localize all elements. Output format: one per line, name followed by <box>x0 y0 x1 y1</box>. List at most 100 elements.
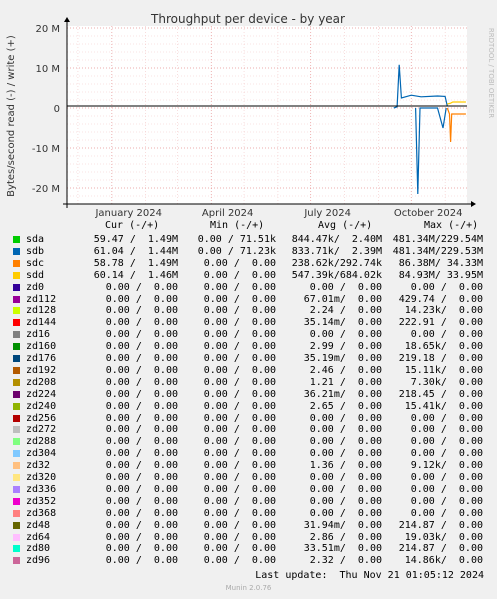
y-axis-arrow <box>64 17 70 22</box>
legend-row-zd288: zd288 0.00 / 0.00 0.00 / 0.00 0.00 / 0.00 0.… <box>0 436 497 448</box>
legend-swatch <box>13 283 20 291</box>
legend-cur-value: 0.00 / 0.00 <box>105 353 178 364</box>
legend-swatch <box>13 497 20 505</box>
legend-swatch <box>13 438 20 446</box>
legend-max-value: 0.00 / 0.00 <box>410 329 483 341</box>
legend-max-value: 0.00 / 0.00 <box>410 483 483 495</box>
legend-swatch <box>13 545 20 553</box>
legend-row-zd224: zd224 0.00 / 0.00 0.00 / 0.00 36.21m/ 0.00 2… <box>0 389 497 401</box>
legend-device-name: zd224 <box>26 388 57 400</box>
legend-row-zd48: zd48 0.00 / 0.00 0.00 / 0.00 31.94m/ 0.00 21… <box>0 520 497 532</box>
legend-swatch <box>13 247 20 255</box>
legend-min-value: 0.00 / 0.00 <box>203 543 276 555</box>
legend-avg-value: 0.00 / 0.00 <box>309 495 382 507</box>
legend-device-name: zd192 <box>26 364 57 376</box>
legend-min-value: 0.00 / 0.00 <box>203 436 276 448</box>
legend-cur-value: 61.04 / 1.44M <box>93 245 178 257</box>
legend-max-value: 0.00 / 0.00 <box>410 412 483 424</box>
legend-row-zd144: zd144 0.00 / 0.00 0.00 / 0.00 35.14m/ 0.00 2… <box>0 317 497 329</box>
legend-avg-value: 2.32 / 0.00 <box>309 555 382 567</box>
legend-device-name: zd352 <box>26 495 57 507</box>
legend-max-value: 84.93M/ 33.95M <box>398 269 483 281</box>
legend-device-name: zd160 <box>26 341 57 353</box>
legend-device-name: zd64 <box>26 531 51 543</box>
chart-title: Throughput per device - by year <box>150 12 345 26</box>
legend-min-value: 0.00 / 0.00 <box>203 305 276 317</box>
legend-row-zd368: zd368 0.00 / 0.00 0.00 / 0.00 0.00 / 0.00 0.… <box>0 508 497 520</box>
legend-header-max: Max (-/+) <box>424 220 479 231</box>
legend-row-zd240: zd240 0.00 / 0.00 0.00 / 0.00 2.65 / 0.00 15… <box>0 401 497 413</box>
legend-min-value: 0.00 / 0.00 <box>203 495 276 507</box>
legend-swatch <box>13 295 20 303</box>
legend-min-value: 0.00 / 0.00 <box>203 293 276 305</box>
legend-swatch <box>13 426 20 434</box>
legend-cur-value: 0.00 / 0.00 <box>105 293 178 305</box>
y-ticks: 20 M 10 M 0 -10 M -20 M <box>32 24 60 195</box>
legend-cur-value: 0.00 / 0.00 <box>105 281 178 293</box>
legend-header-avg: Avg (-/+) <box>318 220 373 231</box>
legend-swatch <box>13 307 20 315</box>
legend-device-name: zd0 <box>26 281 45 293</box>
legend-avg-value: 547.39k/684.02k <box>291 269 382 281</box>
legend-max-value: 0.00 / 0.00 <box>410 507 483 519</box>
legend-cur-value: 59.47 / 1.49M <box>93 234 178 245</box>
legend-swatch <box>13 331 20 339</box>
y-tick-label: 0 <box>54 104 60 115</box>
legend-row-sdd: sdd 60.14 / 1.46M 0.00 / 0.00 547.39k/684.0… <box>0 270 497 282</box>
legend-swatch <box>13 485 20 493</box>
legend-row-zd160: zd160 0.00 / 0.00 0.00 / 0.00 2.99 / 0.00 18… <box>0 341 497 353</box>
y-tick-label: 20 M <box>35 24 60 35</box>
y-axis-label: Bytes/second read (-) / write (+) <box>6 35 17 197</box>
legend-min-value: 0.00 / 0.00 <box>203 519 276 531</box>
legend-swatch <box>13 378 20 386</box>
legend-row-zd176: zd176 0.00 / 0.00 0.00 / 0.00 35.19m/ 0.00 2… <box>0 353 497 365</box>
legend-min-value: 0.00 / 0.00 <box>203 460 276 472</box>
legend-row-zd336: zd336 0.00 / 0.00 0.00 / 0.00 0.00 / 0.00 0.… <box>0 484 497 496</box>
legend-max-value: 219.18 / 0.00 <box>398 353 483 364</box>
legend-row-zd16: zd16 0.00 / 0.00 0.00 / 0.00 0.00 / 0.00 0.0… <box>0 329 497 341</box>
legend-cur-value: 0.00 / 0.00 <box>105 531 178 543</box>
throughput-chart: Throughput per device - by year Bytes/se… <box>6 12 495 219</box>
legend-avg-value: 1.21 / 0.00 <box>309 376 382 388</box>
legend-cur-value: 0.00 / 0.00 <box>105 341 178 353</box>
legend-cur-value: 0.00 / 0.00 <box>105 400 178 412</box>
legend-max-value: 86.38M/ 34.33M <box>398 257 483 269</box>
legend-device-name: zd144 <box>26 317 57 329</box>
legend-swatch <box>13 259 20 267</box>
legend-device-name: sdd <box>26 269 45 281</box>
legend-cur-value: 0.00 / 0.00 <box>105 519 178 531</box>
legend-max-value: 481.34M/229.54M <box>392 234 483 245</box>
rrdtool-credit: RRDTOOL / TOBI OETIKER <box>487 28 495 118</box>
legend-min-value: 0.00 / 0.00 <box>203 388 276 400</box>
legend-avg-value: 67.01m/ 0.00 <box>303 293 382 305</box>
legend-device-name: sdb <box>26 245 45 257</box>
legend-cur-value: 60.14 / 1.46M <box>93 269 178 281</box>
legend-avg-value: 0.00 / 0.00 <box>309 472 382 483</box>
legend-device-name: zd48 <box>26 519 51 531</box>
legend-avg-value: 0.00 / 0.00 <box>309 448 382 460</box>
legend-max-value: 14.86k/ 0.00 <box>404 555 483 567</box>
legend-device-name: sdc <box>26 257 45 269</box>
legend-avg-value: 833.71k/ 2.39M <box>291 245 382 257</box>
legend-min-value: 0.00 / 0.00 <box>203 472 276 483</box>
x-axis-arrow <box>471 201 476 207</box>
legend-row-zd112: zd112 0.00 / 0.00 0.00 / 0.00 67.01m/ 0.00 4… <box>0 294 497 306</box>
legend-min-value: 0.00 / 0.00 <box>203 555 276 567</box>
legend-max-value: 9.12k/ 0.00 <box>410 460 483 472</box>
legend-min-value: 0.00 / 0.00 <box>203 329 276 341</box>
legend-avg-value: 0.00 / 0.00 <box>309 412 382 424</box>
legend-row-zd64: zd64 0.00 / 0.00 0.00 / 0.00 2.86 / 0.00 19.… <box>0 532 497 544</box>
legend-row-sdb: sdb 61.04 / 1.44M 0.00 / 71.23k 833.71k/ 2.… <box>0 246 497 258</box>
legend-swatch <box>13 390 20 398</box>
legend-device-name: zd96 <box>26 555 51 567</box>
legend-max-value: 0.00 / 0.00 <box>410 495 483 507</box>
legend-avg-value: 0.00 / 0.00 <box>309 281 382 293</box>
legend-swatch <box>13 414 20 422</box>
legend-header-min: Min (-/+) <box>210 220 265 231</box>
legend-avg-value: 2.46 / 0.00 <box>309 364 382 376</box>
y-tick-label: -20 M <box>32 184 60 195</box>
legend-avg-value: 0.00 / 0.00 <box>309 483 382 495</box>
legend-cur-value: 0.00 / 0.00 <box>105 388 178 400</box>
munin-version: Munin 2.0.76 <box>225 584 272 592</box>
legend-device-name: zd336 <box>26 483 57 495</box>
